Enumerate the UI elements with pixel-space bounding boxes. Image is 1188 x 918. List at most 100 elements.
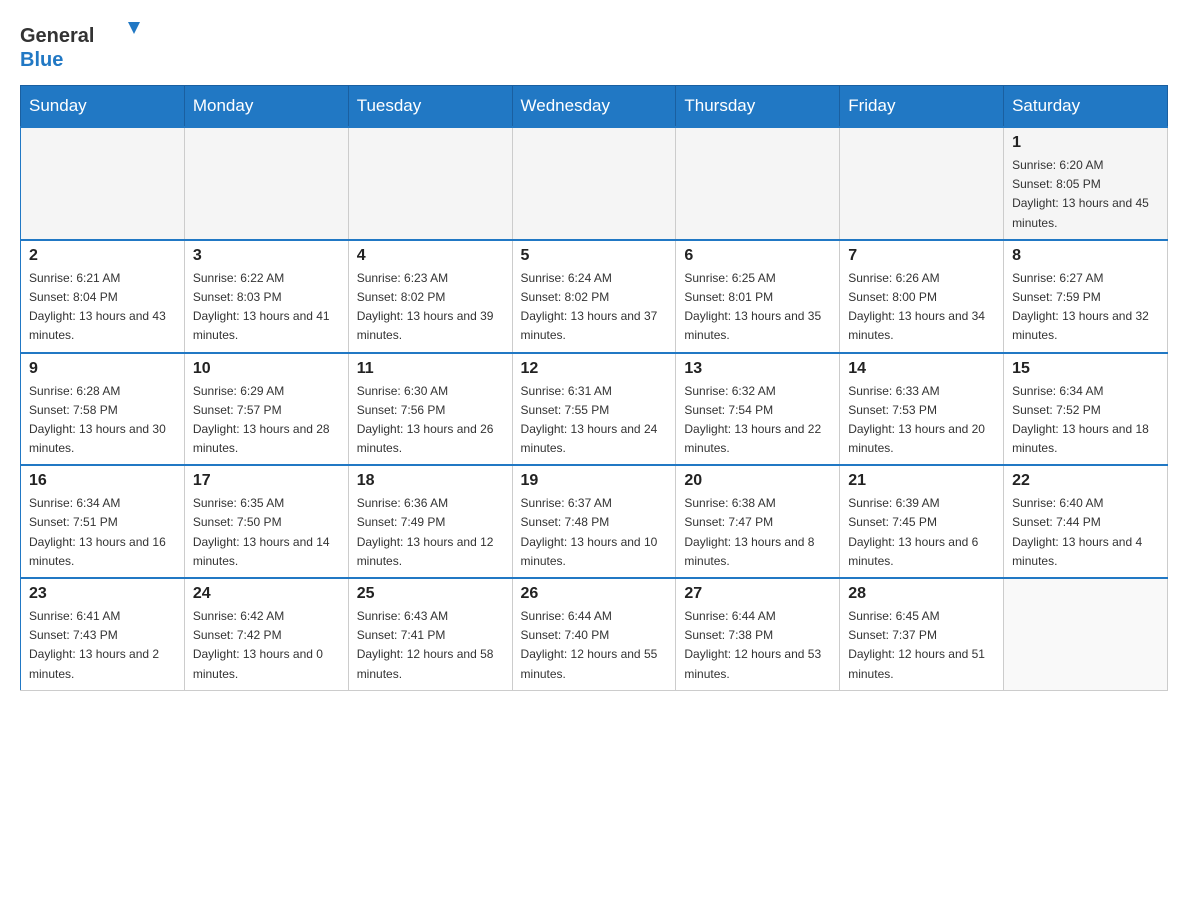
day-number: 1 — [1012, 134, 1159, 152]
day-number: 17 — [193, 472, 340, 490]
day-number: 2 — [29, 247, 176, 265]
day-info: Sunrise: 6:44 AMSunset: 7:40 PMDaylight:… — [521, 607, 668, 684]
calendar-day-cell: 9 Sunrise: 6:28 AMSunset: 7:58 PMDaylight… — [21, 353, 185, 466]
day-number: 22 — [1012, 472, 1159, 490]
day-of-week-header: Friday — [840, 86, 1004, 128]
calendar-day-cell: 23 Sunrise: 6:41 AMSunset: 7:43 PMDayligh… — [21, 578, 185, 690]
logo-svg: General Blue — [20, 20, 150, 75]
day-info: Sunrise: 6:39 AMSunset: 7:45 PMDaylight:… — [848, 494, 995, 571]
day-number: 10 — [193, 360, 340, 378]
day-number: 25 — [357, 585, 504, 603]
calendar-day-cell: 26 Sunrise: 6:44 AMSunset: 7:40 PMDayligh… — [512, 578, 676, 690]
day-number: 6 — [684, 247, 831, 265]
calendar-day-cell — [676, 127, 840, 240]
calendar-week-row: 23 Sunrise: 6:41 AMSunset: 7:43 PMDayligh… — [21, 578, 1168, 690]
calendar-day-cell: 24 Sunrise: 6:42 AMSunset: 7:42 PMDayligh… — [184, 578, 348, 690]
svg-text:Blue: Blue — [20, 49, 63, 71]
day-number: 12 — [521, 360, 668, 378]
day-number: 15 — [1012, 360, 1159, 378]
calendar-day-cell: 16 Sunrise: 6:34 AMSunset: 7:51 PMDayligh… — [21, 465, 185, 578]
day-info: Sunrise: 6:32 AMSunset: 7:54 PMDaylight:… — [684, 382, 831, 459]
calendar-day-cell: 1 Sunrise: 6:20 AMSunset: 8:05 PMDaylight… — [1004, 127, 1168, 240]
day-number: 26 — [521, 585, 668, 603]
calendar-week-row: 1 Sunrise: 6:20 AMSunset: 8:05 PMDaylight… — [21, 127, 1168, 240]
day-info: Sunrise: 6:37 AMSunset: 7:48 PMDaylight:… — [521, 494, 668, 571]
day-info: Sunrise: 6:29 AMSunset: 7:57 PMDaylight:… — [193, 382, 340, 459]
calendar-day-cell: 21 Sunrise: 6:39 AMSunset: 7:45 PMDayligh… — [840, 465, 1004, 578]
calendar-day-cell: 6Sunrise: 6:25 AMSunset: 8:01 PMDaylight… — [676, 240, 840, 353]
day-number: 14 — [848, 360, 995, 378]
calendar-day-cell: 15 Sunrise: 6:34 AMSunset: 7:52 PMDayligh… — [1004, 353, 1168, 466]
page-header: General Blue — [20, 20, 1168, 75]
day-number: 3 — [193, 247, 340, 265]
calendar-day-cell: 5 Sunrise: 6:24 AMSunset: 8:02 PMDaylight… — [512, 240, 676, 353]
calendar-day-cell — [840, 127, 1004, 240]
day-of-week-header: Saturday — [1004, 86, 1168, 128]
calendar-day-cell: 20 Sunrise: 6:38 AMSunset: 7:47 PMDayligh… — [676, 465, 840, 578]
day-of-week-header: Monday — [184, 86, 348, 128]
day-number: 4 — [357, 247, 504, 265]
day-number: 7 — [848, 247, 995, 265]
day-info: Sunrise: 6:38 AMSunset: 7:47 PMDaylight:… — [684, 494, 831, 571]
day-number: 24 — [193, 585, 340, 603]
calendar-day-cell: 7 Sunrise: 6:26 AMSunset: 8:00 PMDaylight… — [840, 240, 1004, 353]
calendar-day-cell: 3 Sunrise: 6:22 AMSunset: 8:03 PMDaylight… — [184, 240, 348, 353]
day-info: Sunrise: 6:34 AMSunset: 7:51 PMDaylight:… — [29, 494, 176, 571]
day-number: 16 — [29, 472, 176, 490]
day-info: Sunrise: 6:36 AMSunset: 7:49 PMDaylight:… — [357, 494, 504, 571]
day-info: Sunrise: 6:41 AMSunset: 7:43 PMDaylight:… — [29, 607, 176, 684]
calendar-day-cell: 18Sunrise: 6:36 AMSunset: 7:49 PMDayligh… — [348, 465, 512, 578]
day-number: 23 — [29, 585, 176, 603]
calendar-day-cell: 28Sunrise: 6:45 AMSunset: 7:37 PMDayligh… — [840, 578, 1004, 690]
day-info: Sunrise: 6:24 AMSunset: 8:02 PMDaylight:… — [521, 269, 668, 346]
day-number: 21 — [848, 472, 995, 490]
day-info: Sunrise: 6:35 AMSunset: 7:50 PMDaylight:… — [193, 494, 340, 571]
day-number: 13 — [684, 360, 831, 378]
day-info: Sunrise: 6:42 AMSunset: 7:42 PMDaylight:… — [193, 607, 340, 684]
day-info: Sunrise: 6:27 AMSunset: 7:59 PMDaylight:… — [1012, 269, 1159, 346]
day-number: 5 — [521, 247, 668, 265]
calendar-header-row: SundayMondayTuesdayWednesdayThursdayFrid… — [21, 86, 1168, 128]
day-info: Sunrise: 6:30 AMSunset: 7:56 PMDaylight:… — [357, 382, 504, 459]
day-number: 27 — [684, 585, 831, 603]
calendar-day-cell: 12 Sunrise: 6:31 AMSunset: 7:55 PMDayligh… — [512, 353, 676, 466]
calendar-day-cell — [348, 127, 512, 240]
day-of-week-header: Tuesday — [348, 86, 512, 128]
day-info: Sunrise: 6:28 AMSunset: 7:58 PMDaylight:… — [29, 382, 176, 459]
day-number: 19 — [521, 472, 668, 490]
logo: General Blue — [20, 20, 150, 75]
day-info: Sunrise: 6:26 AMSunset: 8:00 PMDaylight:… — [848, 269, 995, 346]
calendar-day-cell: 4Sunrise: 6:23 AMSunset: 8:02 PMDaylight… — [348, 240, 512, 353]
day-info: Sunrise: 6:34 AMSunset: 7:52 PMDaylight:… — [1012, 382, 1159, 459]
day-of-week-header: Thursday — [676, 86, 840, 128]
day-info: Sunrise: 6:31 AMSunset: 7:55 PMDaylight:… — [521, 382, 668, 459]
calendar-week-row: 16 Sunrise: 6:34 AMSunset: 7:51 PMDayligh… — [21, 465, 1168, 578]
day-number: 8 — [1012, 247, 1159, 265]
calendar-day-cell: 27 Sunrise: 6:44 AMSunset: 7:38 PMDayligh… — [676, 578, 840, 690]
calendar-day-cell — [1004, 578, 1168, 690]
day-info: Sunrise: 6:20 AMSunset: 8:05 PMDaylight:… — [1012, 156, 1159, 233]
calendar-day-cell: 17 Sunrise: 6:35 AMSunset: 7:50 PMDayligh… — [184, 465, 348, 578]
day-number: 20 — [684, 472, 831, 490]
calendar-day-cell: 10 Sunrise: 6:29 AMSunset: 7:57 PMDayligh… — [184, 353, 348, 466]
day-number: 9 — [29, 360, 176, 378]
calendar-day-cell — [184, 127, 348, 240]
calendar-day-cell: 22 Sunrise: 6:40 AMSunset: 7:44 PMDayligh… — [1004, 465, 1168, 578]
calendar-day-cell: 11 Sunrise: 6:30 AMSunset: 7:56 PMDayligh… — [348, 353, 512, 466]
day-number: 11 — [357, 360, 504, 378]
day-info: Sunrise: 6:22 AMSunset: 8:03 PMDaylight:… — [193, 269, 340, 346]
day-info: Sunrise: 6:40 AMSunset: 7:44 PMDaylight:… — [1012, 494, 1159, 571]
day-info: Sunrise: 6:44 AMSunset: 7:38 PMDaylight:… — [684, 607, 831, 684]
calendar-day-cell — [21, 127, 185, 240]
calendar-day-cell: 19 Sunrise: 6:37 AMSunset: 7:48 PMDayligh… — [512, 465, 676, 578]
day-info: Sunrise: 6:33 AMSunset: 7:53 PMDaylight:… — [848, 382, 995, 459]
calendar-table: SundayMondayTuesdayWednesdayThursdayFrid… — [20, 85, 1168, 691]
day-info: Sunrise: 6:21 AMSunset: 8:04 PMDaylight:… — [29, 269, 176, 346]
calendar-week-row: 9 Sunrise: 6:28 AMSunset: 7:58 PMDaylight… — [21, 353, 1168, 466]
calendar-day-cell: 2 Sunrise: 6:21 AMSunset: 8:04 PMDaylight… — [21, 240, 185, 353]
calendar-week-row: 2 Sunrise: 6:21 AMSunset: 8:04 PMDaylight… — [21, 240, 1168, 353]
calendar-day-cell: 13 Sunrise: 6:32 AMSunset: 7:54 PMDayligh… — [676, 353, 840, 466]
svg-text:General: General — [20, 25, 94, 47]
day-of-week-header: Sunday — [21, 86, 185, 128]
day-info: Sunrise: 6:43 AMSunset: 7:41 PMDaylight:… — [357, 607, 504, 684]
